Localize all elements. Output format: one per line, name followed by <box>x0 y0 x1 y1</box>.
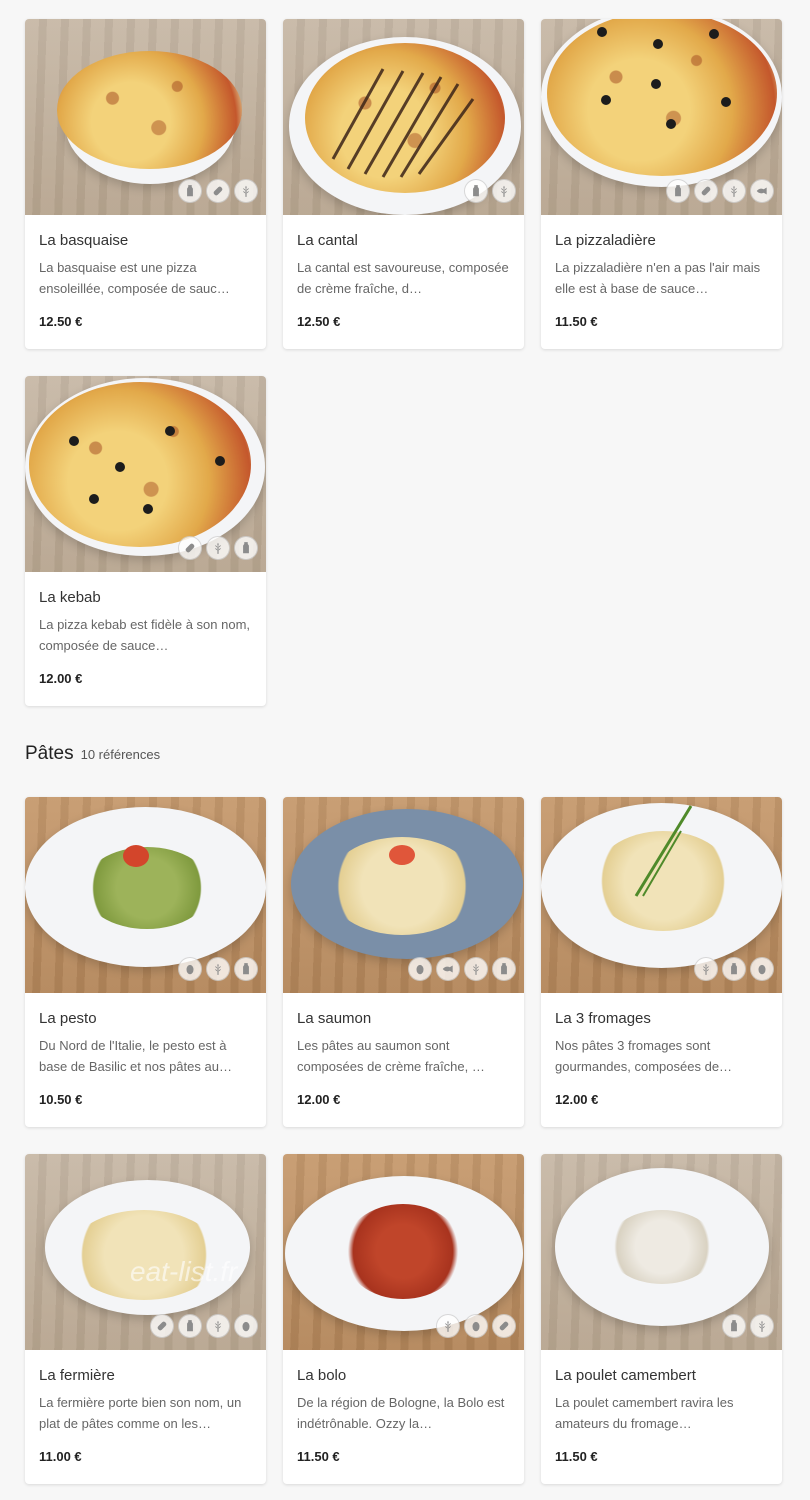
wheat-icon <box>694 957 718 981</box>
wheat-icon <box>206 536 230 560</box>
product-price: 11.50 € <box>297 1449 340 1464</box>
product-name: La saumon <box>297 1010 372 1027</box>
section-count: 10 références <box>80 747 161 762</box>
milk-icon <box>722 957 746 981</box>
product-price: 12.00 € <box>555 1092 599 1107</box>
product-photo <box>25 797 266 993</box>
wheat-icon <box>206 957 230 981</box>
wheat-icon <box>206 1314 230 1338</box>
product-price: 10.50 € <box>39 1092 83 1107</box>
product-card-pizzaladiere[interactable]: La pizzaladière La pizzaladière n'en a p… <box>541 19 782 349</box>
product-name: La bolo <box>297 1367 347 1384</box>
product-description: La pizza kebab est fidèle à son nom, com… <box>39 617 251 653</box>
fish-icon <box>436 957 460 981</box>
wheat-icon <box>436 1314 460 1338</box>
product-card-basquaise[interactable]: La basquaise La basquaise est une pizza … <box>25 19 266 349</box>
pizza-grid: La basquaise La basquaise est une pizza … <box>25 19 783 706</box>
sausage-icon <box>492 1314 516 1338</box>
product-description: La basquaise est une pizza ensoleillée, … <box>39 260 230 296</box>
product-description: La pizzaladière n'en a pas l'air mais el… <box>555 260 761 296</box>
milk-icon <box>666 179 690 203</box>
chive-garnish <box>634 805 693 897</box>
product-name: La basquaise <box>39 232 129 249</box>
milk-icon <box>178 1314 202 1338</box>
product-card-3-fromages[interactable]: La 3 fromages Nos pâtes 3 fromages sont … <box>541 797 782 1127</box>
product-price: 12.50 € <box>297 314 341 329</box>
product-name: La poulet camembert <box>555 1367 696 1384</box>
sausage-icon <box>206 179 230 203</box>
milk-icon <box>492 957 516 981</box>
product-card-fermiere[interactable]: La fermière La fermière porte bien son n… <box>25 1154 266 1484</box>
product-name: La kebab <box>39 589 101 606</box>
product-card-bolo[interactable]: La bolo De la région de Bologne, la Bolo… <box>283 1154 524 1484</box>
product-price: 12.00 € <box>297 1092 341 1107</box>
product-description: De la région de Bologne, la Bolo est ind… <box>297 1395 505 1431</box>
sausage-icon <box>150 1314 174 1338</box>
egg-icon <box>750 957 774 981</box>
wheat-icon <box>492 179 516 203</box>
milk-icon <box>178 179 202 203</box>
product-description: Nos pâtes 3 fromages sont gourmandes, co… <box>555 1038 733 1074</box>
pasta-grid: La pesto Du Nord de l'Italie, le pesto e… <box>25 797 783 1484</box>
product-description: La cantal est savoureuse, composée de cr… <box>297 260 509 296</box>
product-name: La cantal <box>297 232 358 249</box>
product-card-poulet-camembert[interactable]: La poulet camembert La poulet camembert … <box>541 1154 782 1484</box>
balsamic-drizzle <box>331 68 475 178</box>
egg-icon <box>464 1314 488 1338</box>
product-photo <box>25 19 266 215</box>
egg-icon <box>234 1314 258 1338</box>
product-photo <box>541 797 782 993</box>
product-photo <box>541 19 782 215</box>
product-photo <box>283 1154 524 1350</box>
product-price: 12.00 € <box>39 671 83 686</box>
product-photo <box>25 1154 266 1350</box>
product-card-pesto[interactable]: La pesto Du Nord de l'Italie, le pesto e… <box>25 797 266 1127</box>
wheat-icon <box>464 957 488 981</box>
product-price: 11.50 € <box>555 1449 598 1464</box>
wheat-icon <box>722 179 746 203</box>
section-header-pates: Pâtes 10 références <box>25 743 160 765</box>
sausage-icon <box>178 536 202 560</box>
sausage-icon <box>694 179 718 203</box>
product-price: 11.50 € <box>555 314 598 329</box>
product-name: La pizzaladière <box>555 232 656 249</box>
section-title: Pâtes <box>25 743 74 764</box>
milk-icon <box>234 536 258 560</box>
product-name: La 3 fromages <box>555 1010 651 1027</box>
product-card-saumon[interactable]: La saumon Les pâtes au saumon sont compo… <box>283 797 524 1127</box>
wheat-icon <box>750 1314 774 1338</box>
egg-icon <box>408 957 432 981</box>
product-photo <box>541 1154 782 1350</box>
milk-icon <box>234 957 258 981</box>
product-photo <box>283 19 524 215</box>
milk-icon <box>464 179 488 203</box>
product-card-kebab[interactable]: La kebab La pizza kebab est fidèle à son… <box>25 376 266 706</box>
fish-icon <box>750 179 774 203</box>
milk-icon <box>722 1314 746 1338</box>
product-description: Les pâtes au saumon sont composées de cr… <box>297 1038 485 1074</box>
product-name: La pesto <box>39 1010 97 1027</box>
product-name: La fermière <box>39 1367 115 1384</box>
product-photo <box>283 797 524 993</box>
product-price: 11.00 € <box>39 1449 82 1464</box>
product-description: La poulet camembert ravira les amateurs … <box>555 1395 734 1431</box>
product-photo <box>25 376 266 572</box>
product-card-cantal[interactable]: La cantal La cantal est savoureuse, comp… <box>283 19 524 349</box>
egg-icon <box>178 957 202 981</box>
product-price: 12.50 € <box>39 314 83 329</box>
wheat-icon <box>234 179 258 203</box>
product-description: La fermière porte bien son nom, un plat … <box>39 1395 242 1431</box>
product-description: Du Nord de l'Italie, le pesto est à base… <box>39 1038 232 1074</box>
